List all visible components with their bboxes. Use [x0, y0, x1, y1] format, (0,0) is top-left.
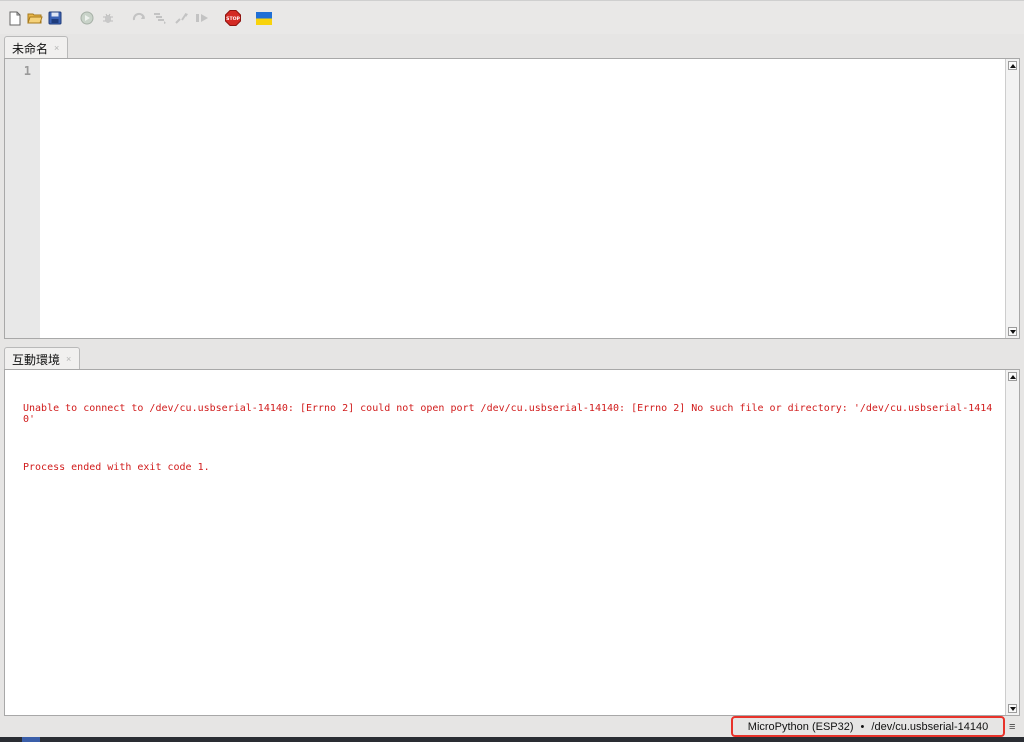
stop-label: STOP: [226, 16, 240, 22]
run-icon[interactable]: [79, 10, 95, 26]
shell-scrollbar[interactable]: [1005, 370, 1019, 715]
port-name: /dev/cu.usbserial-14140: [871, 720, 989, 733]
save-icon[interactable]: [47, 10, 63, 26]
line-number: 1: [23, 64, 31, 78]
step-into-icon[interactable]: [152, 10, 168, 26]
shell-tabbar: 互動環境 ×: [0, 345, 1024, 370]
toolbar: STOP: [0, 0, 1024, 34]
scroll-up-icon[interactable]: [1008, 372, 1017, 381]
code-editor[interactable]: 1: [4, 58, 1020, 339]
step-out-icon[interactable]: [174, 10, 190, 26]
taskbar-item: [22, 737, 40, 742]
shell-tab-close-icon[interactable]: ×: [66, 354, 71, 364]
resume-icon[interactable]: [195, 10, 211, 26]
menu-icon[interactable]: ≡: [1009, 721, 1015, 733]
editor-tab-close-icon[interactable]: ×: [54, 43, 59, 53]
editor-scrollbar[interactable]: [1005, 59, 1019, 338]
line-number-gutter: 1: [5, 59, 40, 338]
shell-error-message: Unable to connect to /dev/cu.usbserial-1…: [23, 403, 993, 425]
ukraine-flag-icon[interactable]: [256, 10, 272, 26]
editor-tabbar: 未命名 ×: [0, 34, 1024, 59]
folder-open-icon[interactable]: [27, 10, 43, 26]
interpreter-selector[interactable]: MicroPython (ESP32) • /dev/cu.usbserial-…: [731, 716, 1005, 737]
shell-exit-message: Process ended with exit code 1.: [23, 462, 210, 473]
status-bar: MicroPython (ESP32) • /dev/cu.usbserial-…: [0, 716, 1024, 737]
shell-tab-label: 互動環境: [12, 352, 61, 367]
scroll-up-icon[interactable]: [1008, 61, 1017, 70]
bug-icon[interactable]: [100, 10, 116, 26]
editor-tab-label: 未命名: [12, 41, 49, 56]
scroll-down-icon[interactable]: [1008, 704, 1017, 713]
tab-untitled[interactable]: 未命名 ×: [4, 36, 69, 59]
status-separator: •: [860, 720, 865, 733]
shell-output: Unable to connect to /dev/cu.usbserial-1…: [23, 381, 997, 510]
stop-icon[interactable]: STOP: [225, 10, 241, 26]
new-file-icon[interactable]: [7, 10, 23, 26]
scroll-down-icon[interactable]: [1008, 327, 1017, 336]
shell-console[interactable]: Unable to connect to /dev/cu.usbserial-1…: [4, 369, 1020, 716]
taskbar-strip: [0, 737, 1024, 742]
step-over-icon[interactable]: [132, 10, 148, 26]
interpreter-name: MicroPython (ESP32): [747, 720, 854, 733]
tab-shell[interactable]: 互動環境 ×: [4, 347, 81, 370]
